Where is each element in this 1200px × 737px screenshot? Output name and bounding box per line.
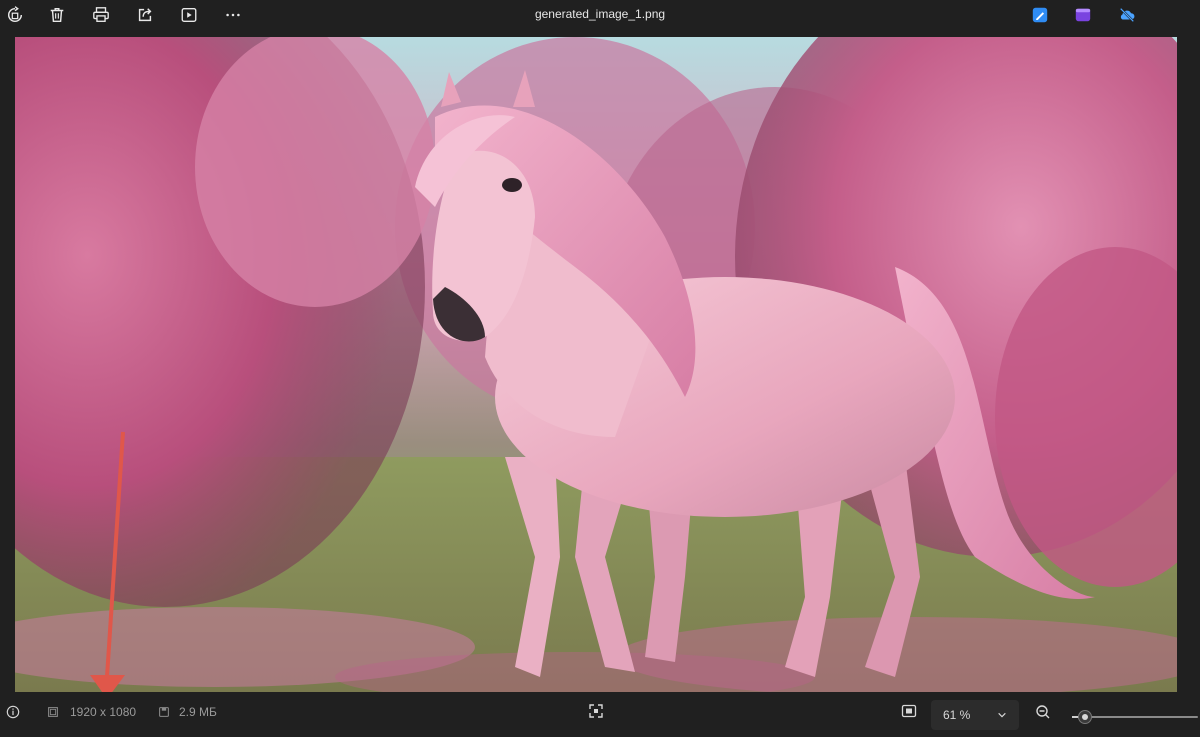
more-icon — [226, 13, 240, 17]
image-canvas[interactable] — [15, 37, 1177, 692]
actual-size-icon — [901, 704, 917, 718]
rotate-icon — [7, 6, 23, 23]
print-button[interactable] — [86, 2, 116, 28]
edit-app-button[interactable] — [1025, 2, 1055, 28]
trash-icon — [50, 7, 64, 23]
zoom-out-icon — [1036, 705, 1050, 719]
image-dimensions: 1920 x 1080 — [70, 705, 137, 719]
more-button[interactable] — [218, 2, 248, 28]
share-button[interactable] — [130, 2, 160, 28]
slideshow-button[interactable] — [174, 2, 204, 28]
info-button[interactable] — [6, 705, 20, 719]
file-size-indicator: 2.9 МБ — [157, 705, 217, 719]
info-icon — [6, 705, 20, 719]
zoom-value: 61 % — [943, 708, 971, 722]
zoom-out-button[interactable] — [1035, 704, 1051, 720]
zoom-select[interactable]: 61 % — [931, 700, 1019, 730]
toolbar: generated_image_1.png — [0, 0, 1200, 30]
file-size: 2.9 МБ — [179, 705, 217, 719]
play-icon — [181, 8, 197, 22]
rotate-button[interactable] — [0, 2, 30, 28]
actual-size-button[interactable] — [901, 703, 917, 719]
video-editor-icon — [1075, 8, 1091, 22]
onedrive-button[interactable] — [1112, 2, 1142, 28]
share-icon — [138, 8, 152, 22]
dimensions-indicator: 1920 x 1080 — [46, 705, 136, 719]
save-disk-icon — [159, 707, 169, 717]
pink-horse-image — [15, 37, 1177, 692]
delete-button[interactable] — [42, 2, 72, 28]
zoom-slider-thumb[interactable] — [1078, 710, 1092, 724]
clipchamp-button[interactable] — [1068, 2, 1098, 28]
zoom-slider[interactable] — [1072, 710, 1198, 724]
fit-screen-icon — [589, 704, 603, 718]
chevron-down-icon — [998, 712, 1006, 718]
fit-to-window-button[interactable] — [588, 703, 604, 719]
edit-app-icon — [1032, 7, 1048, 23]
cloud-offline-icon — [1119, 7, 1135, 23]
status-bar: 1920 x 1080 2.9 МБ 61 % — [0, 692, 1200, 737]
printer-icon — [93, 7, 109, 22]
image-size-icon — [48, 707, 58, 717]
